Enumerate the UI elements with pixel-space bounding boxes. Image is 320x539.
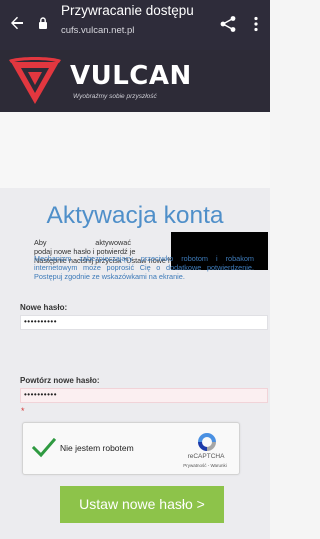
url-text[interactable]: cufs.vulcan.net.pl — [61, 25, 134, 36]
checkmark-icon[interactable] — [32, 438, 56, 458]
set-password-button[interactable]: Ustaw nowe hasło > — [60, 486, 224, 523]
share-icon[interactable] — [219, 15, 237, 33]
more-vert-icon[interactable] — [252, 16, 260, 32]
brand-name: VULCAN — [70, 61, 192, 91]
repeat-password-label: Powtórz nowe hasło: — [20, 376, 100, 385]
recaptcha-widget[interactable]: Nie jestem robotem reCAPTCHA Prywatność … — [22, 422, 240, 475]
new-password-label: Nowe hasło: — [20, 303, 68, 312]
required-marker: * — [21, 406, 25, 416]
page-title: Przywracanie dostępu — [61, 3, 194, 18]
repeat-password-input[interactable]: •••••••••• — [20, 388, 268, 403]
brand-header: VULCAN Wyobraźmy sobie przyszłość — [0, 50, 270, 112]
captcha-notice: Mechanizm zabezpieczający przeciwko robo… — [34, 254, 254, 282]
recaptcha-label: Nie jestem robotem — [60, 443, 134, 453]
new-password-input[interactable]: •••••••••• — [20, 315, 268, 330]
activation-form: Aktywacja konta Aby aktywować konto ka p… — [0, 188, 270, 539]
back-arrow-icon[interactable] — [8, 14, 26, 32]
recaptcha-links[interactable]: Prywatność - Warunki — [171, 463, 239, 468]
recaptcha-brand: reCAPTCHA — [187, 453, 225, 460]
brand-tagline: Wyobraźmy sobie przyszłość — [73, 93, 157, 100]
spacer — [0, 112, 270, 188]
form-title: Aktywacja konta — [46, 202, 224, 229]
browser-toolbar: Przywracanie dostępu cufs.vulcan.net.pl — [0, 0, 270, 50]
recaptcha-logo-icon — [198, 433, 216, 451]
lock-icon — [39, 17, 47, 29]
vulcan-logo-icon — [9, 57, 61, 104]
